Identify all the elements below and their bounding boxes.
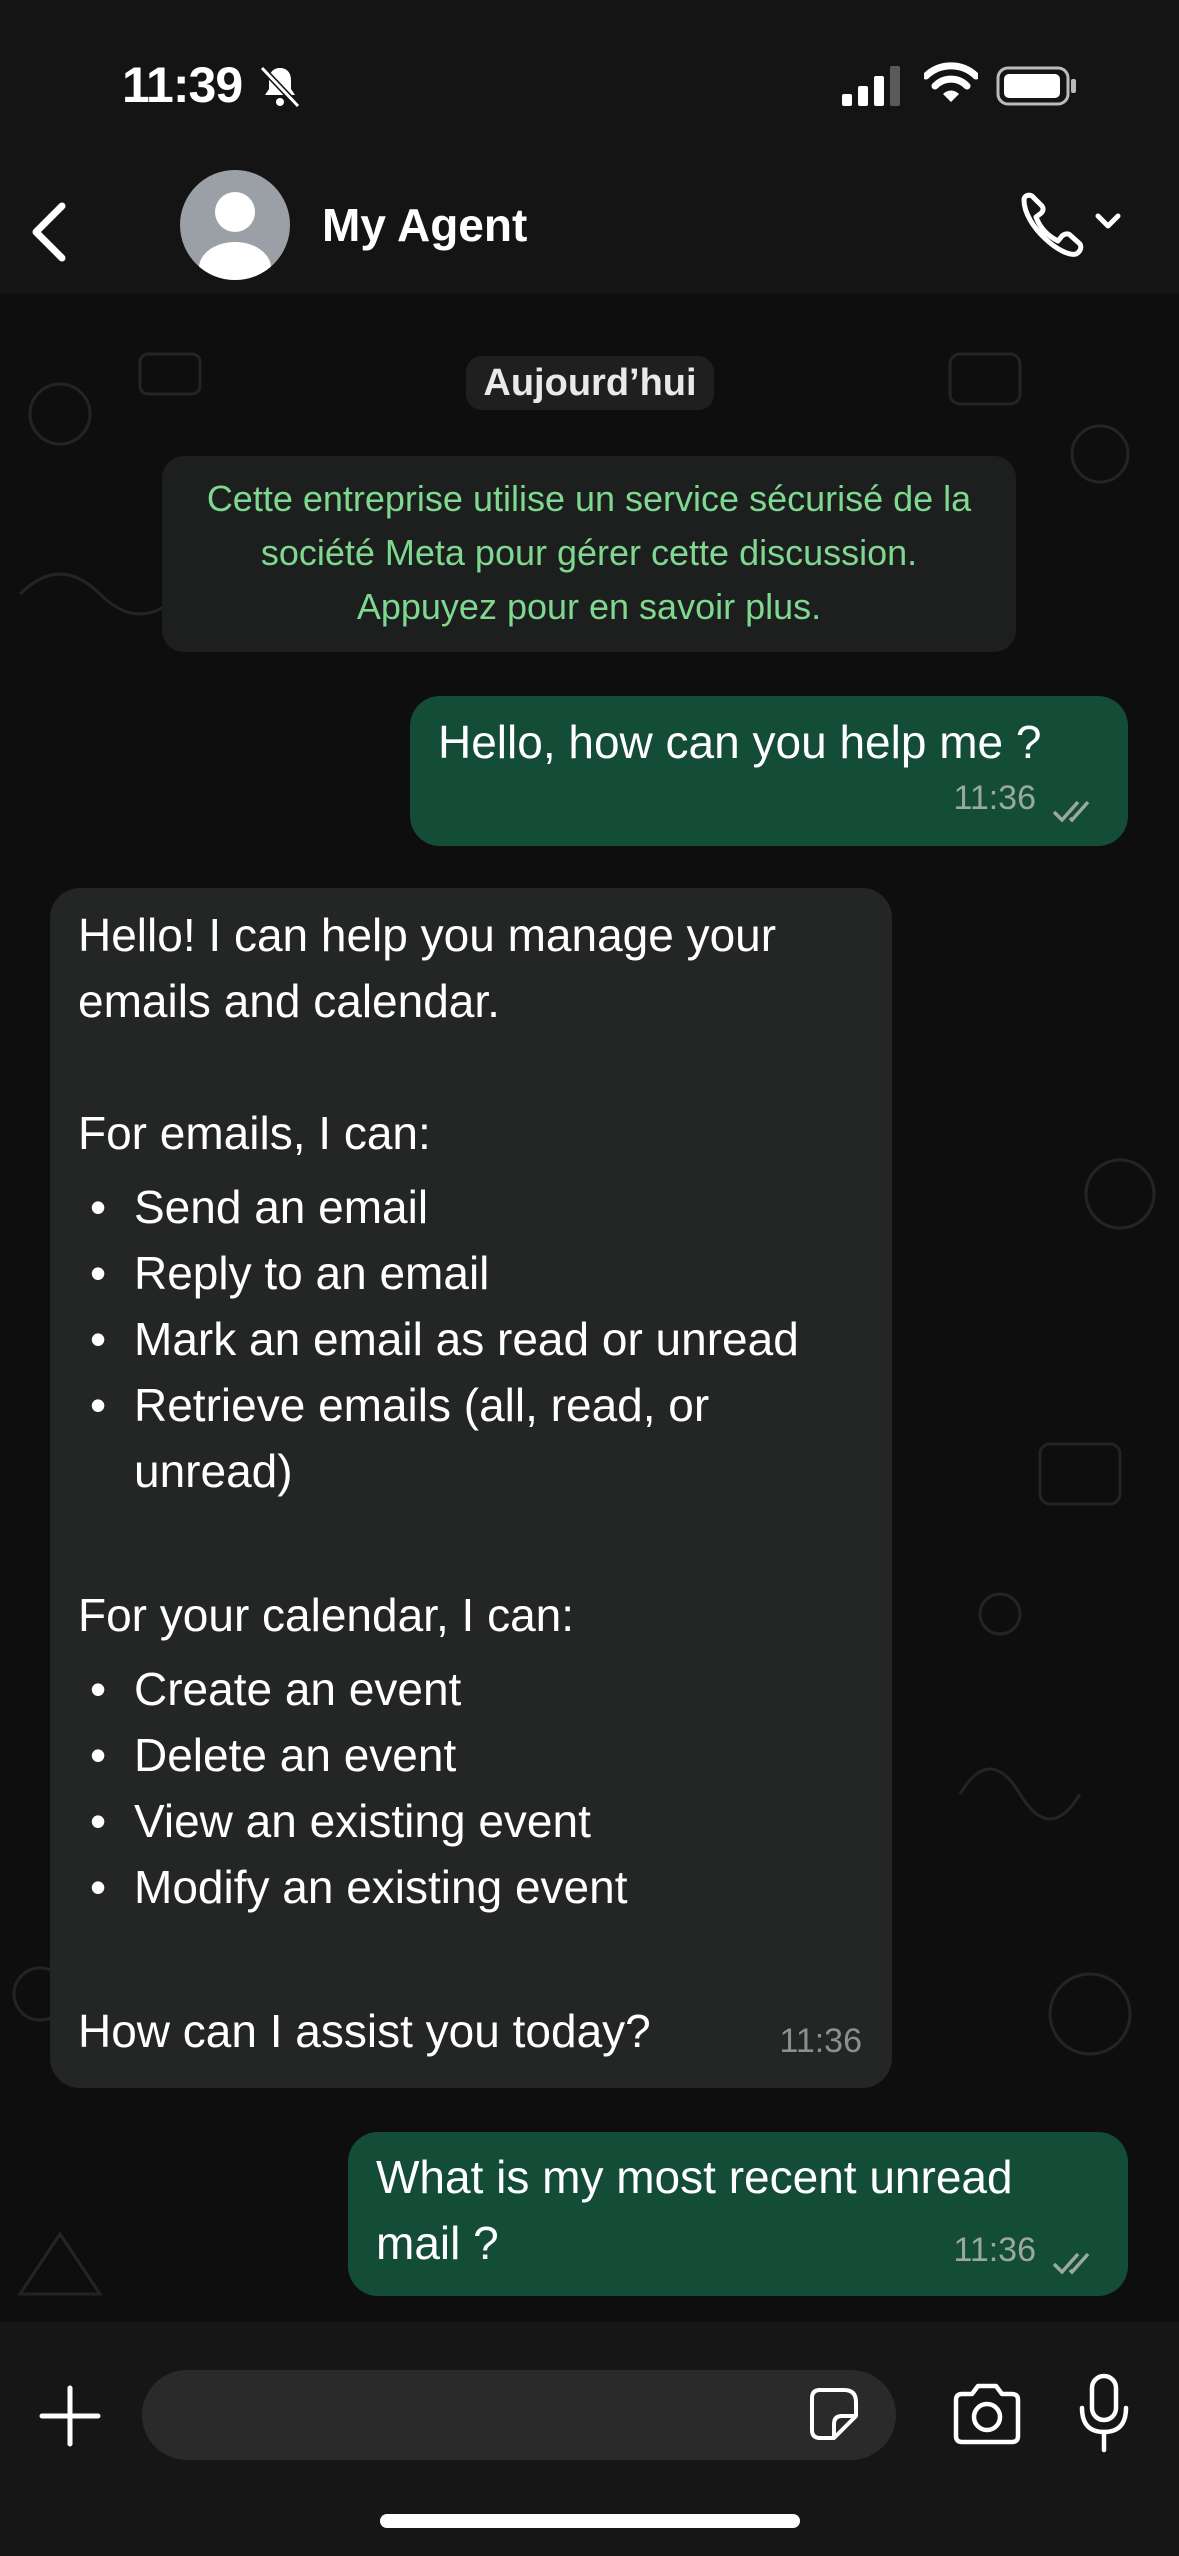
list-item: Retrieve emails (all, read, or unread) [78, 1372, 774, 1504]
chat-area[interactable]: Aujourd’hui Cette entreprise utilise un … [0, 294, 1179, 2322]
list-item: Delete an event [78, 1722, 878, 1788]
contact-name[interactable]: My Agent [322, 198, 527, 252]
list-item: Reply to an email [78, 1240, 878, 1306]
double-check-icon [1052, 800, 1090, 823]
message-bubble-incoming[interactable]: Hello! I can help you manage your emails… [50, 888, 892, 2088]
chat-header: My Agent [0, 170, 1179, 294]
double-check-icon [1052, 2252, 1090, 2275]
composer-bar [0, 2322, 1179, 2556]
status-bar: 11:39 [0, 0, 1179, 170]
list-item: View an existing event [78, 1788, 878, 1854]
message-intro: Hello! I can help you manage your emails… [78, 909, 777, 1027]
plus-icon[interactable] [38, 2384, 102, 2448]
calendar-capabilities-list: Create an event Delete an event View an … [78, 1656, 878, 1920]
wifi-icon [924, 62, 978, 102]
home-indicator[interactable] [380, 2514, 800, 2528]
calendar-heading: For your calendar, I can: [78, 1589, 575, 1641]
date-chip: Aujourd’hui [466, 356, 714, 410]
bell-slash-icon [259, 65, 301, 109]
phone-icon[interactable] [1014, 186, 1124, 266]
microphone-icon[interactable] [1076, 2372, 1132, 2456]
sticker-icon[interactable] [802, 2384, 862, 2444]
list-item: Send an email [78, 1174, 878, 1240]
status-time: 11:39 [122, 57, 243, 113]
message-time: 11:36 [953, 2231, 1036, 2269]
message-time: 11:36 [779, 2022, 862, 2060]
list-item: Modify an existing event [78, 1854, 878, 1920]
chevron-down-icon[interactable] [1095, 213, 1121, 229]
security-notice[interactable]: Cette entreprise utilise un service sécu… [162, 456, 1016, 652]
message-outro: How can I assist you today? [78, 2005, 651, 2057]
signal-icon [842, 66, 900, 106]
emails-capabilities-list: Send an email Reply to an email Mark an … [78, 1174, 878, 1504]
emails-heading: For emails, I can: [78, 1107, 431, 1159]
message-input[interactable] [142, 2370, 896, 2460]
camera-icon[interactable] [950, 2382, 1024, 2446]
back-chevron-icon[interactable] [22, 192, 92, 272]
avatar-icon [199, 192, 271, 280]
message-text: Hello, how can you help me ? [438, 716, 1042, 768]
list-item: Mark an email as read or unread [78, 1306, 878, 1372]
battery-icon [996, 66, 1076, 106]
avatar[interactable] [180, 170, 290, 280]
list-item: Create an event [78, 1656, 878, 1722]
message-time: 11:36 [953, 779, 1036, 817]
message-bubble-outgoing[interactable]: Hello, how can you help me ? 11:36 [410, 696, 1128, 846]
message-bubble-outgoing[interactable]: What is my most recent unread mail ? 11:… [348, 2132, 1128, 2296]
